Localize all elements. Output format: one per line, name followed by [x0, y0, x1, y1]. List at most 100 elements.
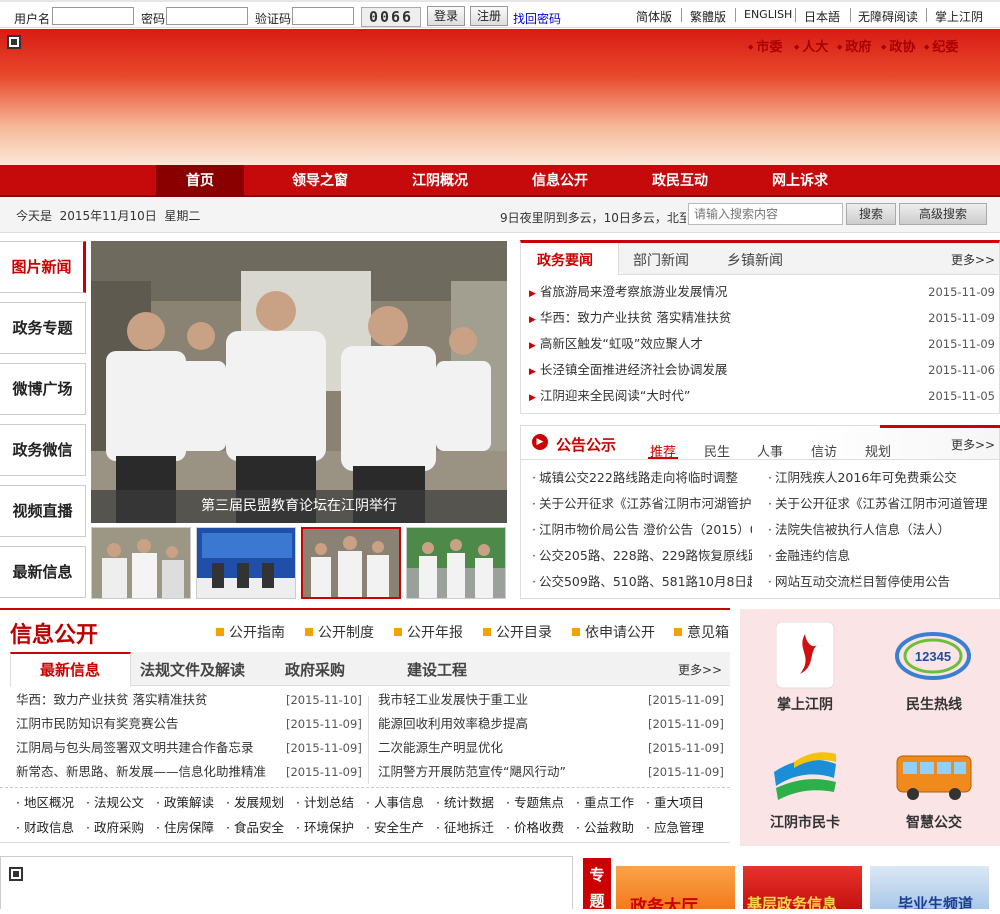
info-item[interactable]: 二次能源生产明显优化 [2015-11-09] — [378, 736, 724, 760]
nav-info-disclosure[interactable]: 信息公开 — [516, 165, 604, 197]
category-link[interactable]: 财政信息 — [16, 816, 74, 840]
news-item[interactable]: ▶ 江阴迎来全民阅读“大时代” 2015-11-05 — [529, 383, 999, 409]
menu-latest-info[interactable]: 最新信息 — [0, 546, 86, 598]
top-link-cppcc[interactable]: 政协 — [881, 36, 915, 55]
password-input[interactable] — [166, 7, 248, 25]
news-more-link[interactable]: 更多>> — [951, 251, 995, 268]
announcement-item[interactable]: · 法院失信被执行人信息（法人） — [768, 517, 993, 543]
search-button[interactable]: 搜索 — [846, 203, 896, 225]
announcement-item[interactable]: · 公交205路、228路、229路恢复原线路 — [532, 543, 752, 569]
link-on-request[interactable]: 依申请公开 — [572, 622, 655, 642]
announcement-item[interactable]: · 网站互动交流栏目暂停使用公告 — [768, 569, 993, 595]
category-link[interactable]: 人事信息 — [366, 791, 424, 815]
accessible-reading-link[interactable]: 无障碍阅读 — [858, 8, 918, 25]
category-link[interactable]: 计划总结 — [296, 791, 354, 815]
category-link[interactable]: 重大项目 — [646, 791, 704, 815]
nav-online-appeal[interactable]: 网上诉求 — [756, 165, 844, 197]
category-link[interactable]: 公益救助 — [576, 816, 634, 840]
news-item[interactable]: ▶ 高新区触发“虹吸”效应聚人才 2015-11-09 — [529, 331, 999, 357]
link-disclosure-catalog[interactable]: 公开目录 — [483, 622, 552, 642]
nav-interaction[interactable]: 政民互动 — [636, 165, 724, 197]
link-disclosure-guide[interactable]: 公开指南 — [216, 622, 285, 642]
announcement-item[interactable]: · 城镇公交222路线路走向将临时调整 — [532, 465, 752, 491]
link-suggestion-box[interactable]: 意见箱 — [674, 622, 729, 642]
announcement-more-link[interactable]: 更多>> — [951, 436, 995, 453]
thumbnail-3-selected[interactable] — [301, 527, 401, 599]
tab-gov-news[interactable]: 政务要闻 — [537, 250, 593, 270]
mobile-jiangyin-link[interactable]: 掌上江阴 — [935, 8, 983, 25]
tab-dept-news[interactable]: 部门新闻 — [633, 250, 689, 270]
banner-graduate-channel[interactable]: 毕业生频道 — [870, 866, 989, 909]
info-item[interactable]: 江阴局与包头局签署双文明共建合作备忘录 [2015-11-09] — [16, 736, 362, 760]
banner-grassroots-info[interactable]: 基层政务信息 — [743, 866, 862, 909]
info-item[interactable]: 江阴警方开展防范宣传“飓风行动” [2015-11-09] — [378, 760, 724, 784]
category-link[interactable]: 政府采购 — [86, 816, 144, 840]
announcement-item[interactable]: · 金融违约信息 — [768, 543, 993, 569]
tab-town-news[interactable]: 乡镇新闻 — [727, 250, 783, 270]
category-link[interactable]: 住房保障 — [156, 816, 214, 840]
info-item[interactable]: 江阴市民防知识有奖竞赛公告 [2015-11-09] — [16, 712, 362, 736]
info-item[interactable]: 我市轻工业发展快于重工业 [2015-11-09] — [378, 688, 724, 712]
menu-wechat[interactable]: 政务微信 — [0, 424, 86, 476]
announcement-item[interactable]: · 关于公开征求《江苏省江阴市河湖管护 — [532, 491, 752, 517]
tab-construction[interactable]: 建设工程 — [407, 659, 467, 680]
captcha-input[interactable] — [292, 7, 354, 25]
category-link[interactable]: 征地拆迁 — [436, 816, 494, 840]
category-link[interactable]: 专题焦点 — [506, 791, 564, 815]
recover-password-link[interactable]: 找回密码 — [513, 10, 561, 27]
announcement-item[interactable]: · 江阴市物价局公告 澄价公告（2015）0 — [532, 517, 752, 543]
announcement-item[interactable]: · 关于公开征求《江苏省江阴市河道管理 — [768, 491, 993, 517]
nav-leaders[interactable]: 领导之窗 — [276, 165, 364, 197]
top-link-npc[interactable]: 人大 — [794, 36, 828, 55]
lang-traditional[interactable]: 繁體版 — [690, 8, 726, 25]
news-item[interactable]: ▶ 华西：致力产业扶贫 落实精准扶贫 2015-11-09 — [529, 305, 999, 331]
login-button[interactable]: 登录 — [427, 6, 465, 26]
info-item[interactable]: 华西：致力产业扶贫 落实精准扶贫 [2015-11-10] — [16, 688, 362, 712]
category-link[interactable]: 地区概况 — [16, 791, 74, 815]
thumbnail-1[interactable] — [91, 527, 191, 599]
thumbnail-4[interactable] — [406, 527, 506, 599]
news-item[interactable]: ▶ 长泾镇全面推进经济社会协调发展 2015-11-06 — [529, 357, 999, 383]
tab-livelihood[interactable]: 民生 — [704, 441, 730, 460]
category-link[interactable]: 法规公文 — [86, 791, 144, 815]
top-link-party-committee[interactable]: 市委 — [748, 36, 782, 55]
lang-simplified[interactable]: 简体版 — [636, 8, 672, 25]
nav-overview[interactable]: 江阴概况 — [396, 165, 484, 197]
tab-procurement[interactable]: 政府采购 — [285, 659, 345, 680]
news-item[interactable]: ▶ 省旅游局来澄考察旅游业发展情况 2015-11-09 — [529, 279, 999, 305]
tab-petition[interactable]: 信访 — [811, 441, 837, 460]
advanced-search-button[interactable]: 高级搜索 — [899, 203, 987, 225]
register-button[interactable]: 注册 — [470, 6, 508, 26]
menu-gov-topics[interactable]: 政务专题 — [0, 302, 86, 354]
menu-weibo[interactable]: 微博广场 — [0, 363, 86, 415]
photo-caption[interactable]: 第三届民盟教育论坛在江阴举行 — [91, 490, 507, 523]
tab-personnel[interactable]: 人事 — [757, 441, 783, 460]
tab-regulations[interactable]: 法规文件及解读 — [140, 659, 245, 680]
info-item[interactable]: 新常态、新思路、新发展——信息化助推精准 [2015-11-09] — [16, 760, 362, 784]
announcement-item[interactable]: · 公交509路、510路、581路10月8日起临 — [532, 569, 752, 595]
category-link[interactable]: 重点工作 — [576, 791, 634, 815]
category-link[interactable]: 发展规划 — [226, 791, 284, 815]
category-link[interactable]: 价格收费 — [506, 816, 564, 840]
category-link[interactable]: 环境保护 — [296, 816, 354, 840]
announcement-item[interactable]: · 江阴残疾人2016年可免费乘公交 — [768, 465, 993, 491]
lang-english[interactable]: ENGLISH — [744, 8, 792, 21]
lang-japanese[interactable]: 日本語 — [804, 8, 840, 25]
info-item[interactable]: 能源回收利用效率稳步提高 [2015-11-09] — [378, 712, 724, 736]
category-link[interactable]: 应急管理 — [646, 816, 704, 840]
search-input[interactable] — [688, 203, 843, 225]
menu-live-video[interactable]: 视频直播 — [0, 485, 86, 537]
menu-photo-news[interactable]: 图片新闻 — [0, 241, 86, 293]
top-link-discipline[interactable]: 纪委 — [924, 36, 958, 55]
link-disclosure-rules[interactable]: 公开制度 — [305, 622, 374, 642]
banner-gov-hall[interactable]: 政务大厅 — [616, 866, 735, 909]
nav-home[interactable]: 首页 — [156, 165, 244, 197]
category-link[interactable]: 安全生产 — [366, 816, 424, 840]
top-link-government[interactable]: 政府 — [837, 36, 871, 55]
featured-photo[interactable] — [91, 241, 507, 523]
link-annual-report[interactable]: 公开年报 — [394, 622, 463, 642]
captcha-image[interactable]: 0066 — [361, 7, 421, 27]
tab-latest-info[interactable]: 最新信息 — [40, 659, 100, 680]
category-link[interactable]: 政策解读 — [156, 791, 214, 815]
info-more-link[interactable]: 更多>> — [678, 661, 722, 678]
